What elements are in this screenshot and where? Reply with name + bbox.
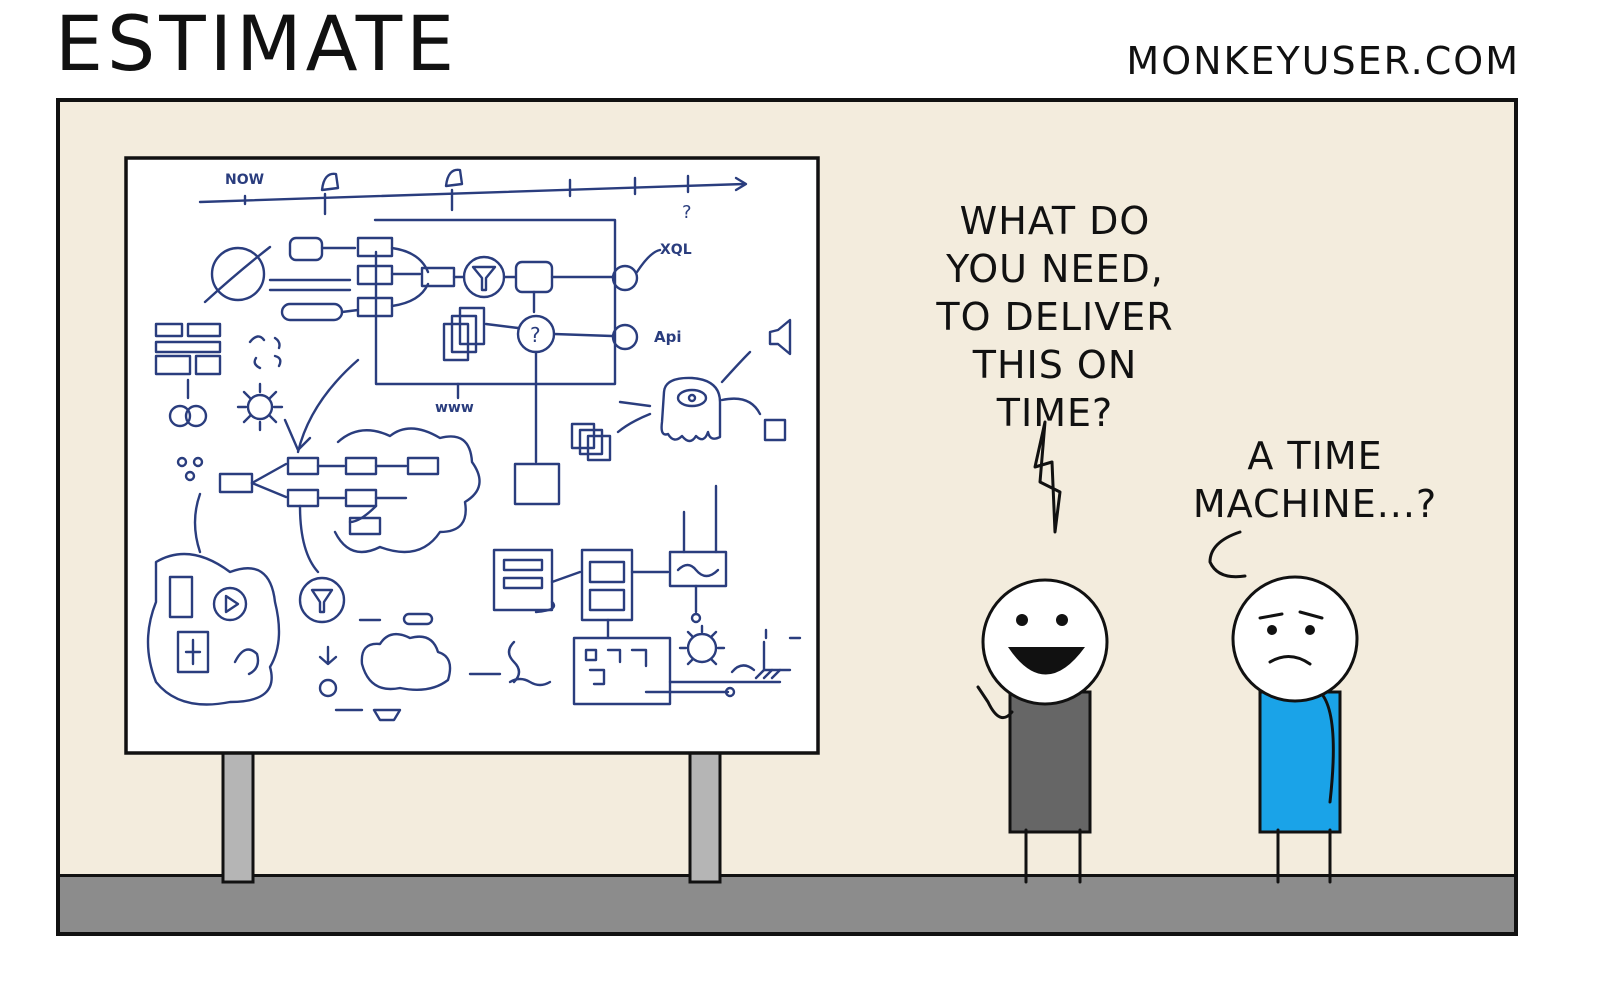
listener-shirt [1258,690,1342,834]
speaker-shirt [1008,690,1092,834]
listener-head [1231,575,1359,703]
speaker-character [976,578,1109,884]
speech-pointer-reply [1208,530,1247,579]
api-question-mark: ? [530,323,541,347]
web-label: www [435,400,474,416]
listener-speech: A TIME MACHINE...? [1192,434,1438,526]
board-leg-right [688,750,722,884]
board-leg-left [221,750,255,884]
api-label: Api [654,328,682,346]
speech-pointer-speaker [1033,420,1062,534]
comic-title: ESTIMATE [55,0,459,88]
comic-panel: NOW ? ? XQL Api www WHAT DO YOU NEED, TO… [56,98,1518,936]
timeline-now-label: NOW [225,172,264,188]
listener-character [1231,575,1359,884]
timeline-question-label: ? [682,202,692,223]
site-credit: MONKEYUSER.COM [1126,39,1520,83]
query-label: XQL [660,242,692,258]
speaker-speech: WHAT DO YOU NEED, TO DELIVER THIS ON TIM… [936,199,1174,435]
speaker-head [981,578,1109,706]
